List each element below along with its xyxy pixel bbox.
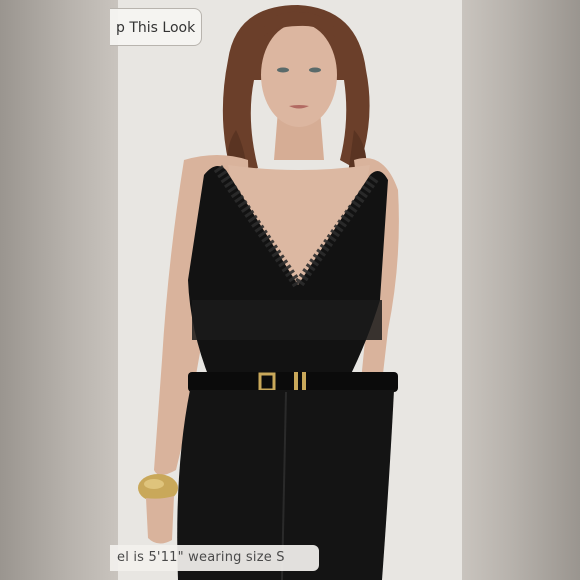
- blurred-right-panel: [462, 0, 580, 580]
- shop-this-look-label: p This Look: [116, 20, 196, 36]
- product-image-viewer: p This Look el is 5'11" wearing size S: [0, 0, 580, 580]
- product-photo[interactable]: [118, 0, 462, 580]
- blurred-left-panel: [0, 0, 118, 580]
- belt-shape: [188, 372, 398, 392]
- model-size-caption: el is 5'11" wearing size S: [110, 545, 319, 571]
- model-illustration: [118, 0, 462, 580]
- model-size-caption-text: el is 5'11" wearing size S: [117, 550, 285, 565]
- face-shape: [261, 23, 337, 127]
- shop-this-look-button[interactable]: p This Look: [110, 8, 202, 46]
